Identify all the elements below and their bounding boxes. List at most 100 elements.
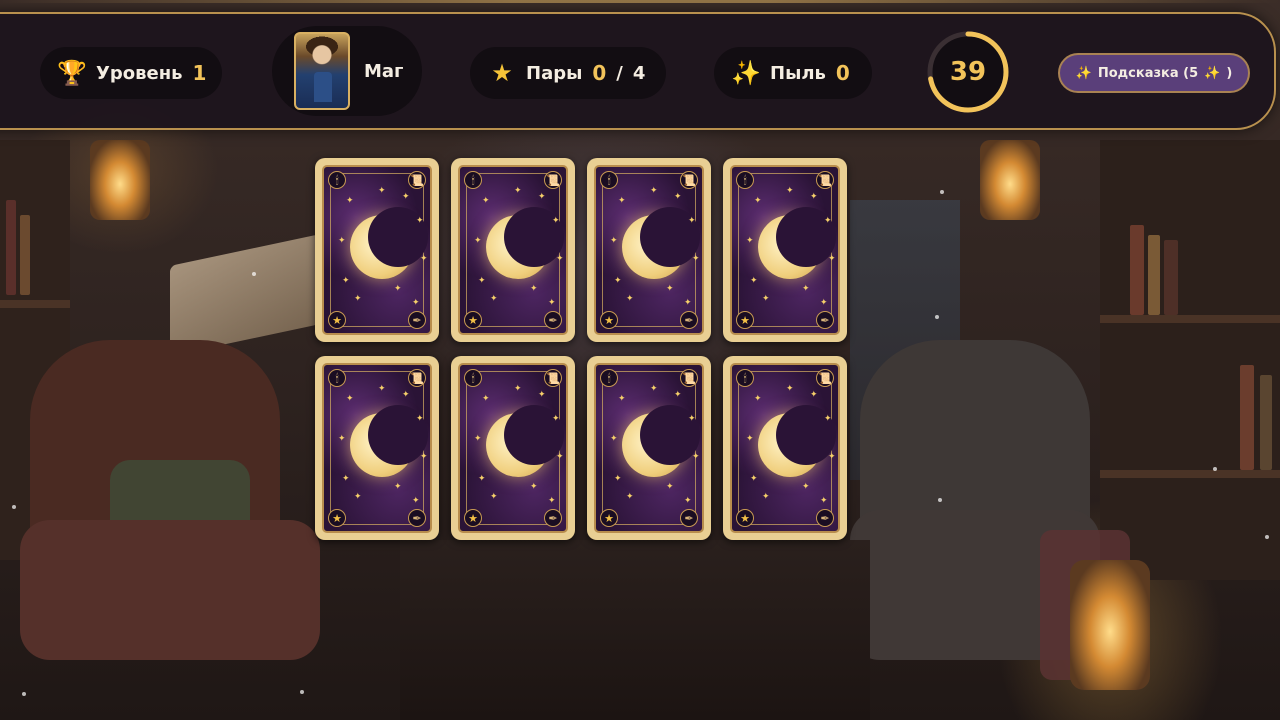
- memory-card[interactable]: ✦ ✦ ✦ ✦ ✦ ✦ ✦ ✦ ✦ ✦ 🕯 📜 ★ ✒: [315, 158, 439, 342]
- memory-card[interactable]: ✦ ✦ ✦ ✦ ✦ ✦ ✦ ✦ ✦ ✦ 🕯 📜 ★ ✒: [315, 356, 439, 540]
- star-decoration-icon: ✦: [614, 276, 622, 286]
- star-decoration-icon: ✦: [824, 414, 832, 424]
- sparkles-icon: ✨: [1204, 65, 1221, 81]
- star-decoration-icon: ✦: [342, 474, 350, 484]
- quill-icon: ✒: [680, 311, 698, 329]
- star-decoration-icon: ✦: [556, 452, 564, 462]
- star-decoration-icon: ✦: [762, 492, 770, 502]
- star-decoration-icon: ✦: [394, 482, 402, 492]
- memory-card[interactable]: ✦ ✦ ✦ ✦ ✦ ✦ ✦ ✦ ✦ ✦ 🕯 📜 ★ ✒: [587, 356, 711, 540]
- trophy-icon: 🏆: [57, 59, 87, 87]
- star-decoration-icon: ✦: [378, 186, 386, 196]
- star-decoration-icon: ✦: [402, 192, 410, 202]
- star-decoration-icon: ✦: [688, 216, 696, 226]
- memory-card[interactable]: ✦ ✦ ✦ ✦ ✦ ✦ ✦ ✦ ✦ ✦ 🕯 📜 ★ ✒: [451, 356, 575, 540]
- dust-label: Пыль: [770, 62, 826, 84]
- star-decoration-icon: ✦: [692, 254, 700, 264]
- scroll-icon: 📜: [816, 369, 834, 387]
- character-name: Маг: [364, 60, 404, 82]
- star-icon: ★: [736, 311, 754, 329]
- star-decoration-icon: ✦: [402, 390, 410, 400]
- character-badge[interactable]: Маг: [272, 26, 422, 116]
- card-back: ✦ ✦ ✦ ✦ ✦ ✦ ✦ ✦ ✦ ✦ 🕯 📜 ★ ✒: [322, 165, 432, 335]
- star-decoration-icon: ✦: [378, 384, 386, 394]
- memory-card[interactable]: ✦ ✦ ✦ ✦ ✦ ✦ ✦ ✦ ✦ ✦ 🕯 📜 ★ ✒: [587, 158, 711, 342]
- star-decoration-icon: ✦: [412, 496, 420, 506]
- memory-card[interactable]: ✦ ✦ ✦ ✦ ✦ ✦ ✦ ✦ ✦ ✦ 🕯 📜 ★ ✒: [723, 158, 847, 342]
- star-decoration-icon: ✦: [802, 482, 810, 492]
- quill-icon: ✒: [408, 311, 426, 329]
- star-decoration-icon: ✦: [354, 492, 362, 502]
- star-decoration-icon: ✦: [618, 196, 626, 206]
- star-decoration-icon: ✦: [614, 474, 622, 484]
- star-decoration-icon: ✦: [420, 254, 428, 264]
- star-decoration-icon: ✦: [692, 452, 700, 462]
- candle-icon: 🕯: [736, 171, 754, 189]
- star-decoration-icon: ✦: [820, 496, 828, 506]
- star-decoration-icon: ✦: [342, 276, 350, 286]
- memory-card[interactable]: ✦ ✦ ✦ ✦ ✦ ✦ ✦ ✦ ✦ ✦ 🕯 📜 ★ ✒: [723, 356, 847, 540]
- star-decoration-icon: ✦: [824, 216, 832, 226]
- star-decoration-icon: ✦: [750, 276, 758, 286]
- scroll-icon: 📜: [680, 369, 698, 387]
- scroll-icon: 📜: [544, 369, 562, 387]
- sparkles-icon: ✨: [1075, 65, 1092, 81]
- star-decoration-icon: ✦: [474, 236, 482, 246]
- star-decoration-icon: ✦: [490, 492, 498, 502]
- scroll-icon: 📜: [544, 171, 562, 189]
- star-decoration-icon: ✦: [666, 284, 674, 294]
- star-decoration-icon: ✦: [556, 254, 564, 264]
- star-decoration-icon: ✦: [626, 492, 634, 502]
- hud-top-line: [0, 0, 1280, 3]
- card-back: ✦ ✦ ✦ ✦ ✦ ✦ ✦ ✦ ✦ ✦ 🕯 📜 ★ ✒: [458, 363, 568, 533]
- star-decoration-icon: ✦: [674, 390, 682, 400]
- pairs-total: 4: [632, 62, 646, 84]
- star-decoration-icon: ✦: [746, 236, 754, 246]
- level-indicator: 🏆 Уровень 1: [40, 47, 222, 99]
- level-label: Уровень: [96, 62, 183, 84]
- star-decoration-icon: ✦: [610, 236, 618, 246]
- candle-icon: 🕯: [736, 369, 754, 387]
- star-decoration-icon: ✦: [478, 276, 486, 286]
- star-decoration-icon: ✦: [626, 294, 634, 304]
- candle-icon: 🕯: [464, 369, 482, 387]
- candle-icon: 🕯: [600, 171, 618, 189]
- star-icon: ★: [464, 509, 482, 527]
- star-decoration-icon: ✦: [674, 192, 682, 202]
- candle-icon: 🕯: [464, 171, 482, 189]
- star-decoration-icon: ✦: [786, 384, 794, 394]
- star-decoration-icon: ✦: [548, 298, 556, 308]
- pairs-separator: /: [616, 62, 623, 84]
- hint-button[interactable]: ✨ Подсказка (5 ✨ ): [1058, 53, 1250, 93]
- card-back: ✦ ✦ ✦ ✦ ✦ ✦ ✦ ✦ ✦ ✦ 🕯 📜 ★ ✒: [730, 165, 840, 335]
- quill-icon: ✒: [816, 509, 834, 527]
- star-decoration-icon: ✦: [354, 294, 362, 304]
- star-icon: ★: [600, 311, 618, 329]
- sparkles-icon: ✨: [731, 59, 761, 87]
- star-decoration-icon: ✦: [810, 390, 818, 400]
- star-decoration-icon: ✦: [650, 186, 658, 196]
- star-decoration-icon: ✦: [416, 216, 424, 226]
- star-icon: ★: [328, 311, 346, 329]
- star-decoration-icon: ✦: [412, 298, 420, 308]
- candle-icon: 🕯: [328, 171, 346, 189]
- star-decoration-icon: ✦: [530, 482, 538, 492]
- level-value: 1: [192, 61, 207, 85]
- pairs-found: 0: [592, 61, 607, 85]
- card-back: ✦ ✦ ✦ ✦ ✦ ✦ ✦ ✦ ✦ ✦ 🕯 📜 ★ ✒: [458, 165, 568, 335]
- star-decoration-icon: ✦: [684, 298, 692, 308]
- star-decoration-icon: ✦: [474, 434, 482, 444]
- memory-card[interactable]: ✦ ✦ ✦ ✦ ✦ ✦ ✦ ✦ ✦ ✦ 🕯 📜 ★ ✒: [451, 158, 575, 342]
- candle-icon: 🕯: [600, 369, 618, 387]
- quill-icon: ✒: [544, 311, 562, 329]
- countdown-timer: 39: [925, 26, 1011, 118]
- candle-icon: 🕯: [328, 369, 346, 387]
- star-decoration-icon: ✦: [650, 384, 658, 394]
- star-decoration-icon: ✦: [754, 196, 762, 206]
- star-decoration-icon: ✦: [684, 496, 692, 506]
- star-decoration-icon: ✦: [514, 384, 522, 394]
- star-decoration-icon: ✦: [786, 186, 794, 196]
- star-decoration-icon: ✦: [820, 298, 828, 308]
- star-decoration-icon: ✦: [538, 192, 546, 202]
- hint-label: Подсказка (5: [1097, 65, 1199, 81]
